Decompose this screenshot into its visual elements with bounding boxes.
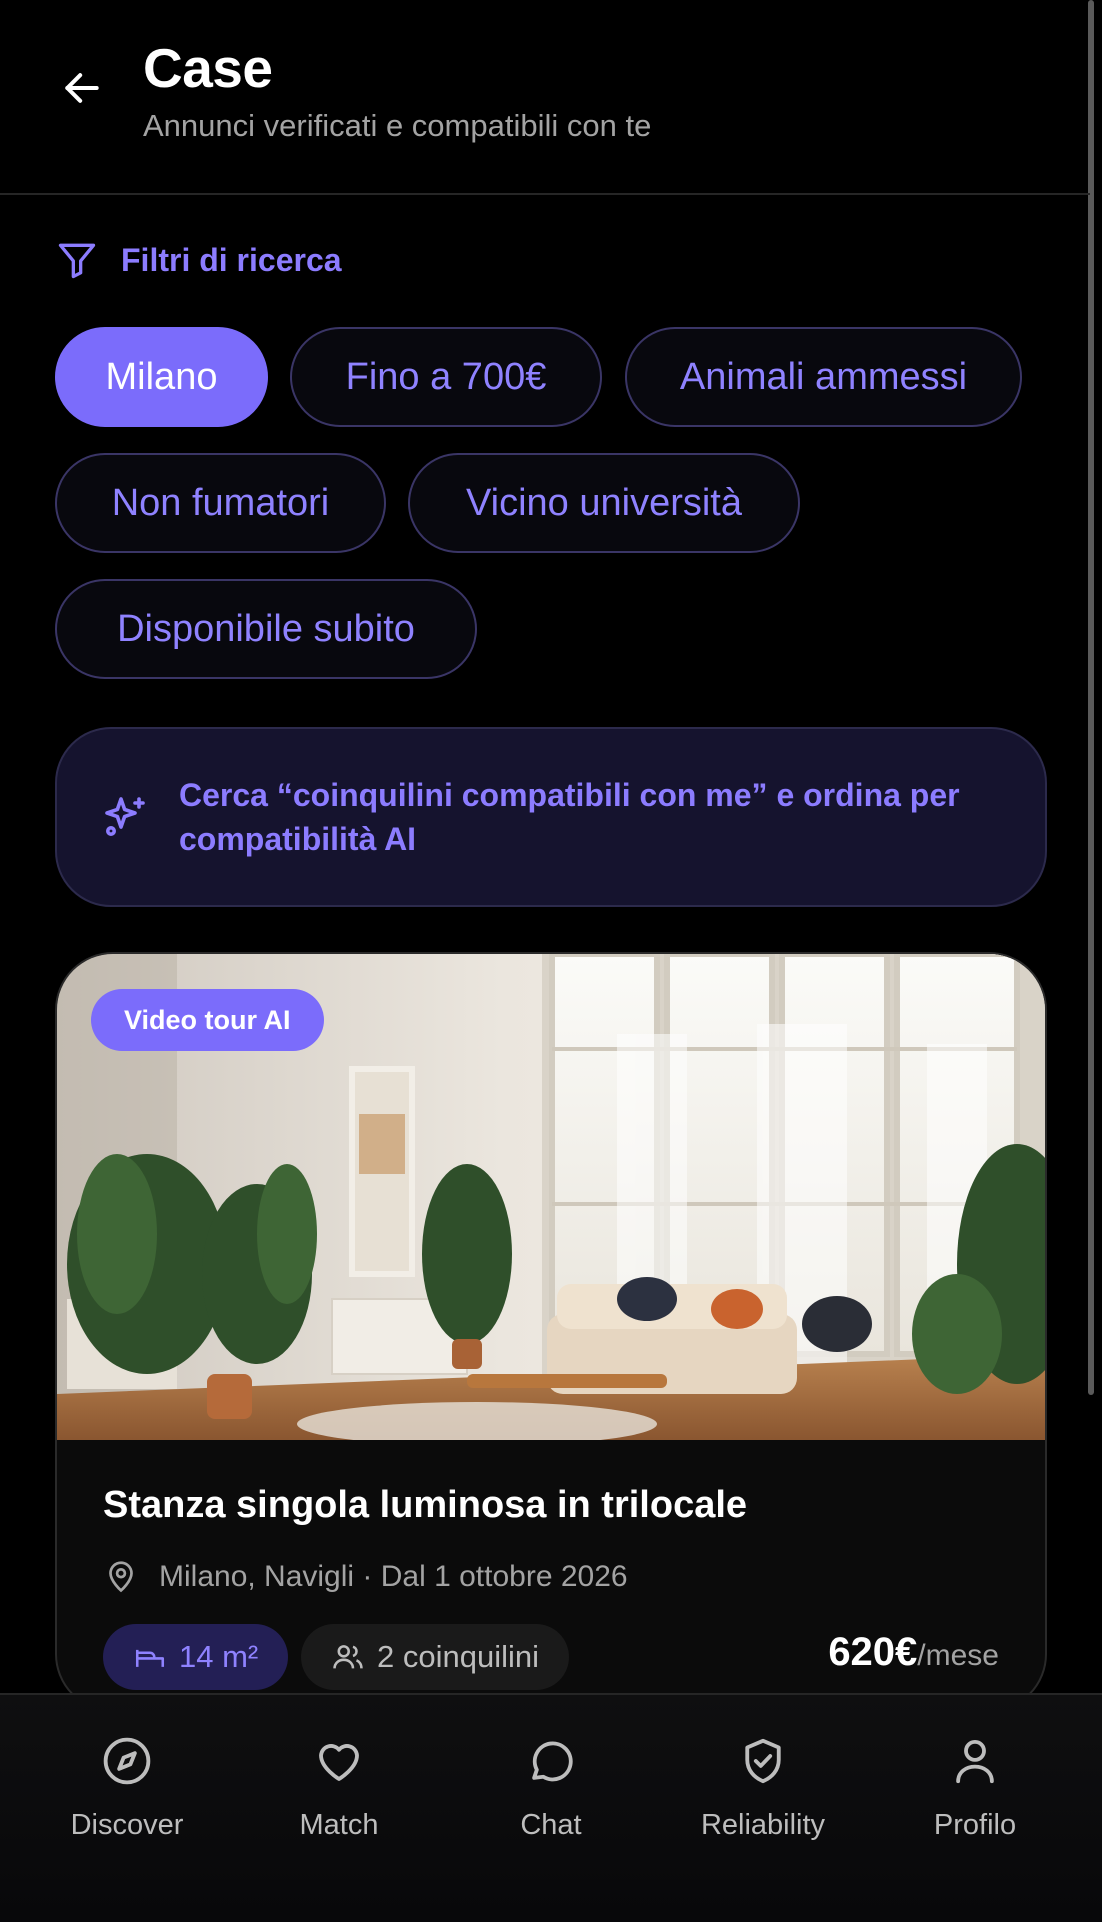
chip-non-smokers[interactable]: Non fumatori: [55, 453, 386, 553]
page-subtitle: Annunci verificati e compatibili con te: [143, 108, 652, 143]
listing-location-text: Milano, Navigli · Dal 1 ottobre 2026: [159, 1560, 628, 1593]
sparkles-icon: [105, 797, 145, 836]
nav-match-label: Match: [299, 1809, 379, 1841]
filter-funnel-icon: [58, 243, 96, 279]
scrollbar[interactable]: [1088, 0, 1094, 1395]
nav-reliability-label: Reliability: [700, 1809, 826, 1841]
roommates-value: 2 coinquilini: [377, 1639, 539, 1674]
chip-available-now[interactable]: Disponibile subito: [55, 579, 477, 679]
price-unit: /mese: [917, 1639, 999, 1672]
listing-title: Stanza singola luminosa in trilocale: [103, 1484, 748, 1526]
ai-banner-text: Cerca “coinquilini compatibili con me” e…: [179, 777, 960, 857]
price-amount: 620€: [828, 1630, 918, 1674]
page-title: Case: [143, 37, 273, 99]
arrow-left-icon: [65, 73, 99, 103]
bed-icon: [135, 1649, 165, 1667]
chip-max-price[interactable]: Fino a 700€: [290, 327, 602, 427]
roommates-pill: 2 coinquilini: [301, 1624, 569, 1690]
compass-icon: [103, 1737, 151, 1785]
users-icon: [333, 1645, 363, 1669]
chip-near-university[interactable]: Vicino università: [408, 453, 800, 553]
app-header: Case Annunci verificati e compatibili co…: [0, 0, 1090, 195]
map-pin-icon: [109, 1561, 133, 1593]
listing-location: Milano, Navigli · Dal 1 ottobre 2026: [103, 1559, 628, 1595]
filters-heading: Filtri di ricerca: [121, 241, 342, 278]
nav-chat[interactable]: Chat: [445, 1733, 657, 1842]
nav-reliability[interactable]: Reliability: [657, 1733, 869, 1842]
filters-toggle[interactable]: Filtri di ricerca: [55, 238, 342, 282]
back-button[interactable]: [56, 62, 108, 114]
nav-profile-label: Profilo: [933, 1809, 1017, 1841]
nav-profile[interactable]: Profilo: [869, 1733, 1081, 1842]
listing-price: 620€ /mese: [828, 1630, 999, 1675]
chip-milano[interactable]: Milano: [55, 327, 268, 427]
chat-bubble-icon: [532, 1741, 573, 1782]
nav-chat-label: Chat: [520, 1809, 582, 1841]
size-value: 14 m²: [179, 1639, 259, 1674]
shield-check-icon: [745, 1738, 781, 1784]
nav-match[interactable]: Match: [233, 1733, 445, 1842]
nav-discover-label: Discover: [70, 1809, 184, 1841]
listing-card[interactable]: Video tour AI Stanza singola luminosa in…: [55, 952, 1047, 1712]
video-tour-badge[interactable]: Video tour AI: [91, 989, 324, 1051]
size-pill: 14 m²: [103, 1624, 289, 1690]
listing-photo[interactable]: Video tour AI: [57, 954, 1045, 1440]
bottom-navigation: Discover Match Chat Reliability Profilo: [0, 1693, 1102, 1922]
chip-pets-allowed[interactable]: Animali ammessi: [625, 327, 1022, 427]
heart-icon: [319, 1744, 359, 1781]
ai-search-banner[interactable]: Cerca “coinquilini compatibili con me” e…: [55, 727, 1047, 907]
user-icon: [956, 1739, 994, 1784]
nav-discover[interactable]: Discover: [21, 1733, 233, 1842]
